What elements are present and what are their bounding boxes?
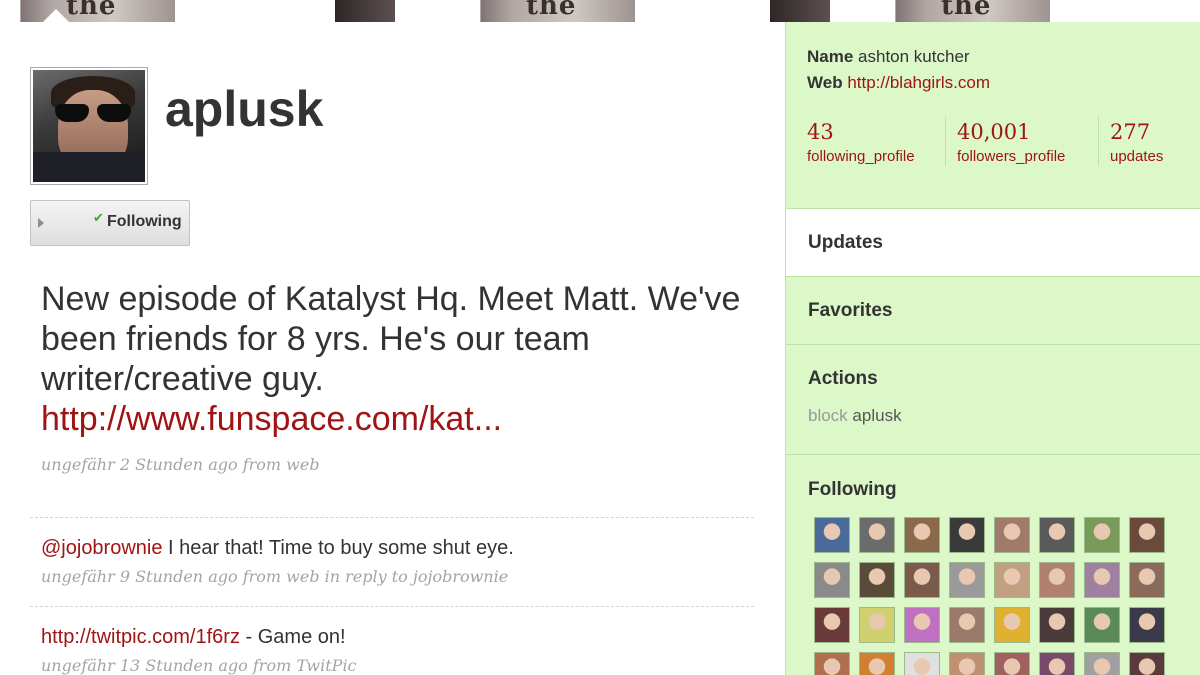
following-avatar[interactable] bbox=[994, 517, 1030, 553]
banner-dark-strip bbox=[335, 0, 395, 22]
following-avatar[interactable] bbox=[1039, 607, 1075, 643]
sidebar-divider bbox=[786, 344, 1200, 345]
following-count[interactable]: 43 bbox=[807, 120, 834, 144]
following-avatar[interactable] bbox=[1084, 607, 1120, 643]
following-count-label[interactable]: following_profile bbox=[807, 148, 915, 165]
following-avatar[interactable] bbox=[949, 517, 985, 553]
name-label: Name bbox=[807, 47, 854, 66]
following-avatar[interactable] bbox=[1084, 652, 1120, 675]
sidebar-divider bbox=[786, 208, 1200, 209]
following-avatar[interactable] bbox=[859, 652, 895, 675]
tweet-meta[interactable]: ungefähr 13 Stunden ago from TwitPic bbox=[41, 656, 357, 675]
following-avatar[interactable] bbox=[814, 607, 850, 643]
web-label: Web bbox=[807, 73, 843, 92]
banner-pointer bbox=[42, 9, 70, 22]
sidebar-divider bbox=[786, 276, 1200, 277]
following-avatar[interactable] bbox=[814, 562, 850, 598]
banner-tile: the gggp bbox=[895, 0, 1050, 22]
name-value: ashton kutcher bbox=[858, 47, 970, 66]
latest-tweet: New episode of Katalyst Hq. Meet Matt. W… bbox=[41, 279, 741, 439]
following-button-label: Following bbox=[107, 213, 182, 230]
tweet-text: - Game on! bbox=[239, 626, 346, 648]
web-link[interactable]: http://blahgirls.com bbox=[847, 73, 990, 92]
following-avatar[interactable] bbox=[949, 652, 985, 675]
following-avatar[interactable] bbox=[904, 562, 940, 598]
following-avatar[interactable] bbox=[859, 562, 895, 598]
tweet-item: http://twitpic.com/1f6rz - Game on! bbox=[41, 626, 346, 649]
tweet-mention-link[interactable]: @jojobrownie bbox=[41, 537, 162, 559]
following-avatar[interactable] bbox=[904, 517, 940, 553]
updates-count[interactable]: 277 bbox=[1110, 120, 1150, 144]
updates-count-label[interactable]: updates bbox=[1110, 148, 1163, 165]
following-avatar[interactable] bbox=[1129, 562, 1165, 598]
tweet-text: I hear that! Time to buy some shut eye. bbox=[162, 537, 514, 559]
following-avatar[interactable] bbox=[994, 652, 1030, 675]
sidebar-following-heading: Following bbox=[808, 479, 897, 500]
dropdown-arrow-icon bbox=[38, 218, 44, 228]
following-avatar[interactable] bbox=[814, 517, 850, 553]
following-avatar[interactable] bbox=[859, 517, 895, 553]
following-avatar[interactable] bbox=[859, 607, 895, 643]
following-avatar[interactable] bbox=[994, 607, 1030, 643]
block-user-action[interactable]: block aplusk bbox=[808, 406, 902, 426]
block-label: block bbox=[808, 406, 848, 425]
following-avatar[interactable] bbox=[949, 562, 985, 598]
avatar-photo bbox=[33, 70, 145, 182]
sidebar-tab-favorites[interactable]: Favorites bbox=[808, 300, 892, 322]
following-avatar[interactable] bbox=[1084, 562, 1120, 598]
profile-username: aplusk bbox=[165, 81, 324, 137]
following-avatar[interactable] bbox=[1129, 652, 1165, 675]
banner-dark-strip bbox=[770, 0, 830, 22]
following-avatar[interactable] bbox=[1039, 517, 1075, 553]
tweet-item: @jojobrownie I hear that! Time to buy so… bbox=[41, 537, 514, 560]
stat-separator bbox=[1098, 116, 1099, 166]
sidebar-actions-heading: Actions bbox=[808, 368, 878, 389]
following-avatar[interactable] bbox=[1084, 517, 1120, 553]
profile-name-row: Name ashton kutcher bbox=[807, 47, 970, 67]
following-avatar[interactable] bbox=[994, 562, 1030, 598]
sidebar-tab-updates[interactable]: Updates bbox=[808, 232, 883, 254]
stat-separator bbox=[945, 116, 946, 166]
check-icon: ✔ bbox=[93, 210, 104, 225]
followers-count[interactable]: 40,001 bbox=[957, 120, 1030, 144]
followers-count-label[interactable]: followers_profile bbox=[957, 148, 1065, 165]
tweet-meta[interactable]: ungefähr 9 Stunden ago from web in reply… bbox=[41, 567, 508, 586]
following-avatar[interactable] bbox=[904, 607, 940, 643]
banner-tile: the gggp bbox=[480, 0, 635, 22]
following-avatar[interactable] bbox=[904, 652, 940, 675]
tweet-link[interactable]: http://twitpic.com/1f6rz bbox=[41, 626, 240, 648]
tweet-text: New episode of Katalyst Hq. Meet Matt. W… bbox=[41, 280, 741, 398]
following-avatar[interactable] bbox=[814, 652, 850, 675]
following-avatar[interactable] bbox=[949, 607, 985, 643]
tweet-divider bbox=[30, 517, 754, 518]
profile-banner: the gggp the gggp the gggp bbox=[0, 0, 1200, 22]
following-avatar[interactable] bbox=[1129, 517, 1165, 553]
following-avatar[interactable] bbox=[1129, 607, 1165, 643]
profile-avatar[interactable] bbox=[30, 67, 148, 185]
block-username: aplusk bbox=[852, 406, 902, 425]
sidebar-divider bbox=[786, 454, 1200, 455]
following-avatar[interactable] bbox=[1039, 562, 1075, 598]
profile-web-row: Web http://blahgirls.com bbox=[807, 73, 990, 93]
tweet-divider bbox=[30, 606, 754, 607]
tweet-meta[interactable]: ungefähr 2 Stunden ago from web bbox=[41, 455, 320, 474]
profile-sidebar: Name ashton kutcher Web http://blahgirls… bbox=[785, 22, 1200, 675]
following-button[interactable]: ✔ Following bbox=[30, 200, 190, 246]
tweet-link[interactable]: http://www.funspace.com/kat... bbox=[41, 399, 741, 439]
following-avatar[interactable] bbox=[1039, 652, 1075, 675]
